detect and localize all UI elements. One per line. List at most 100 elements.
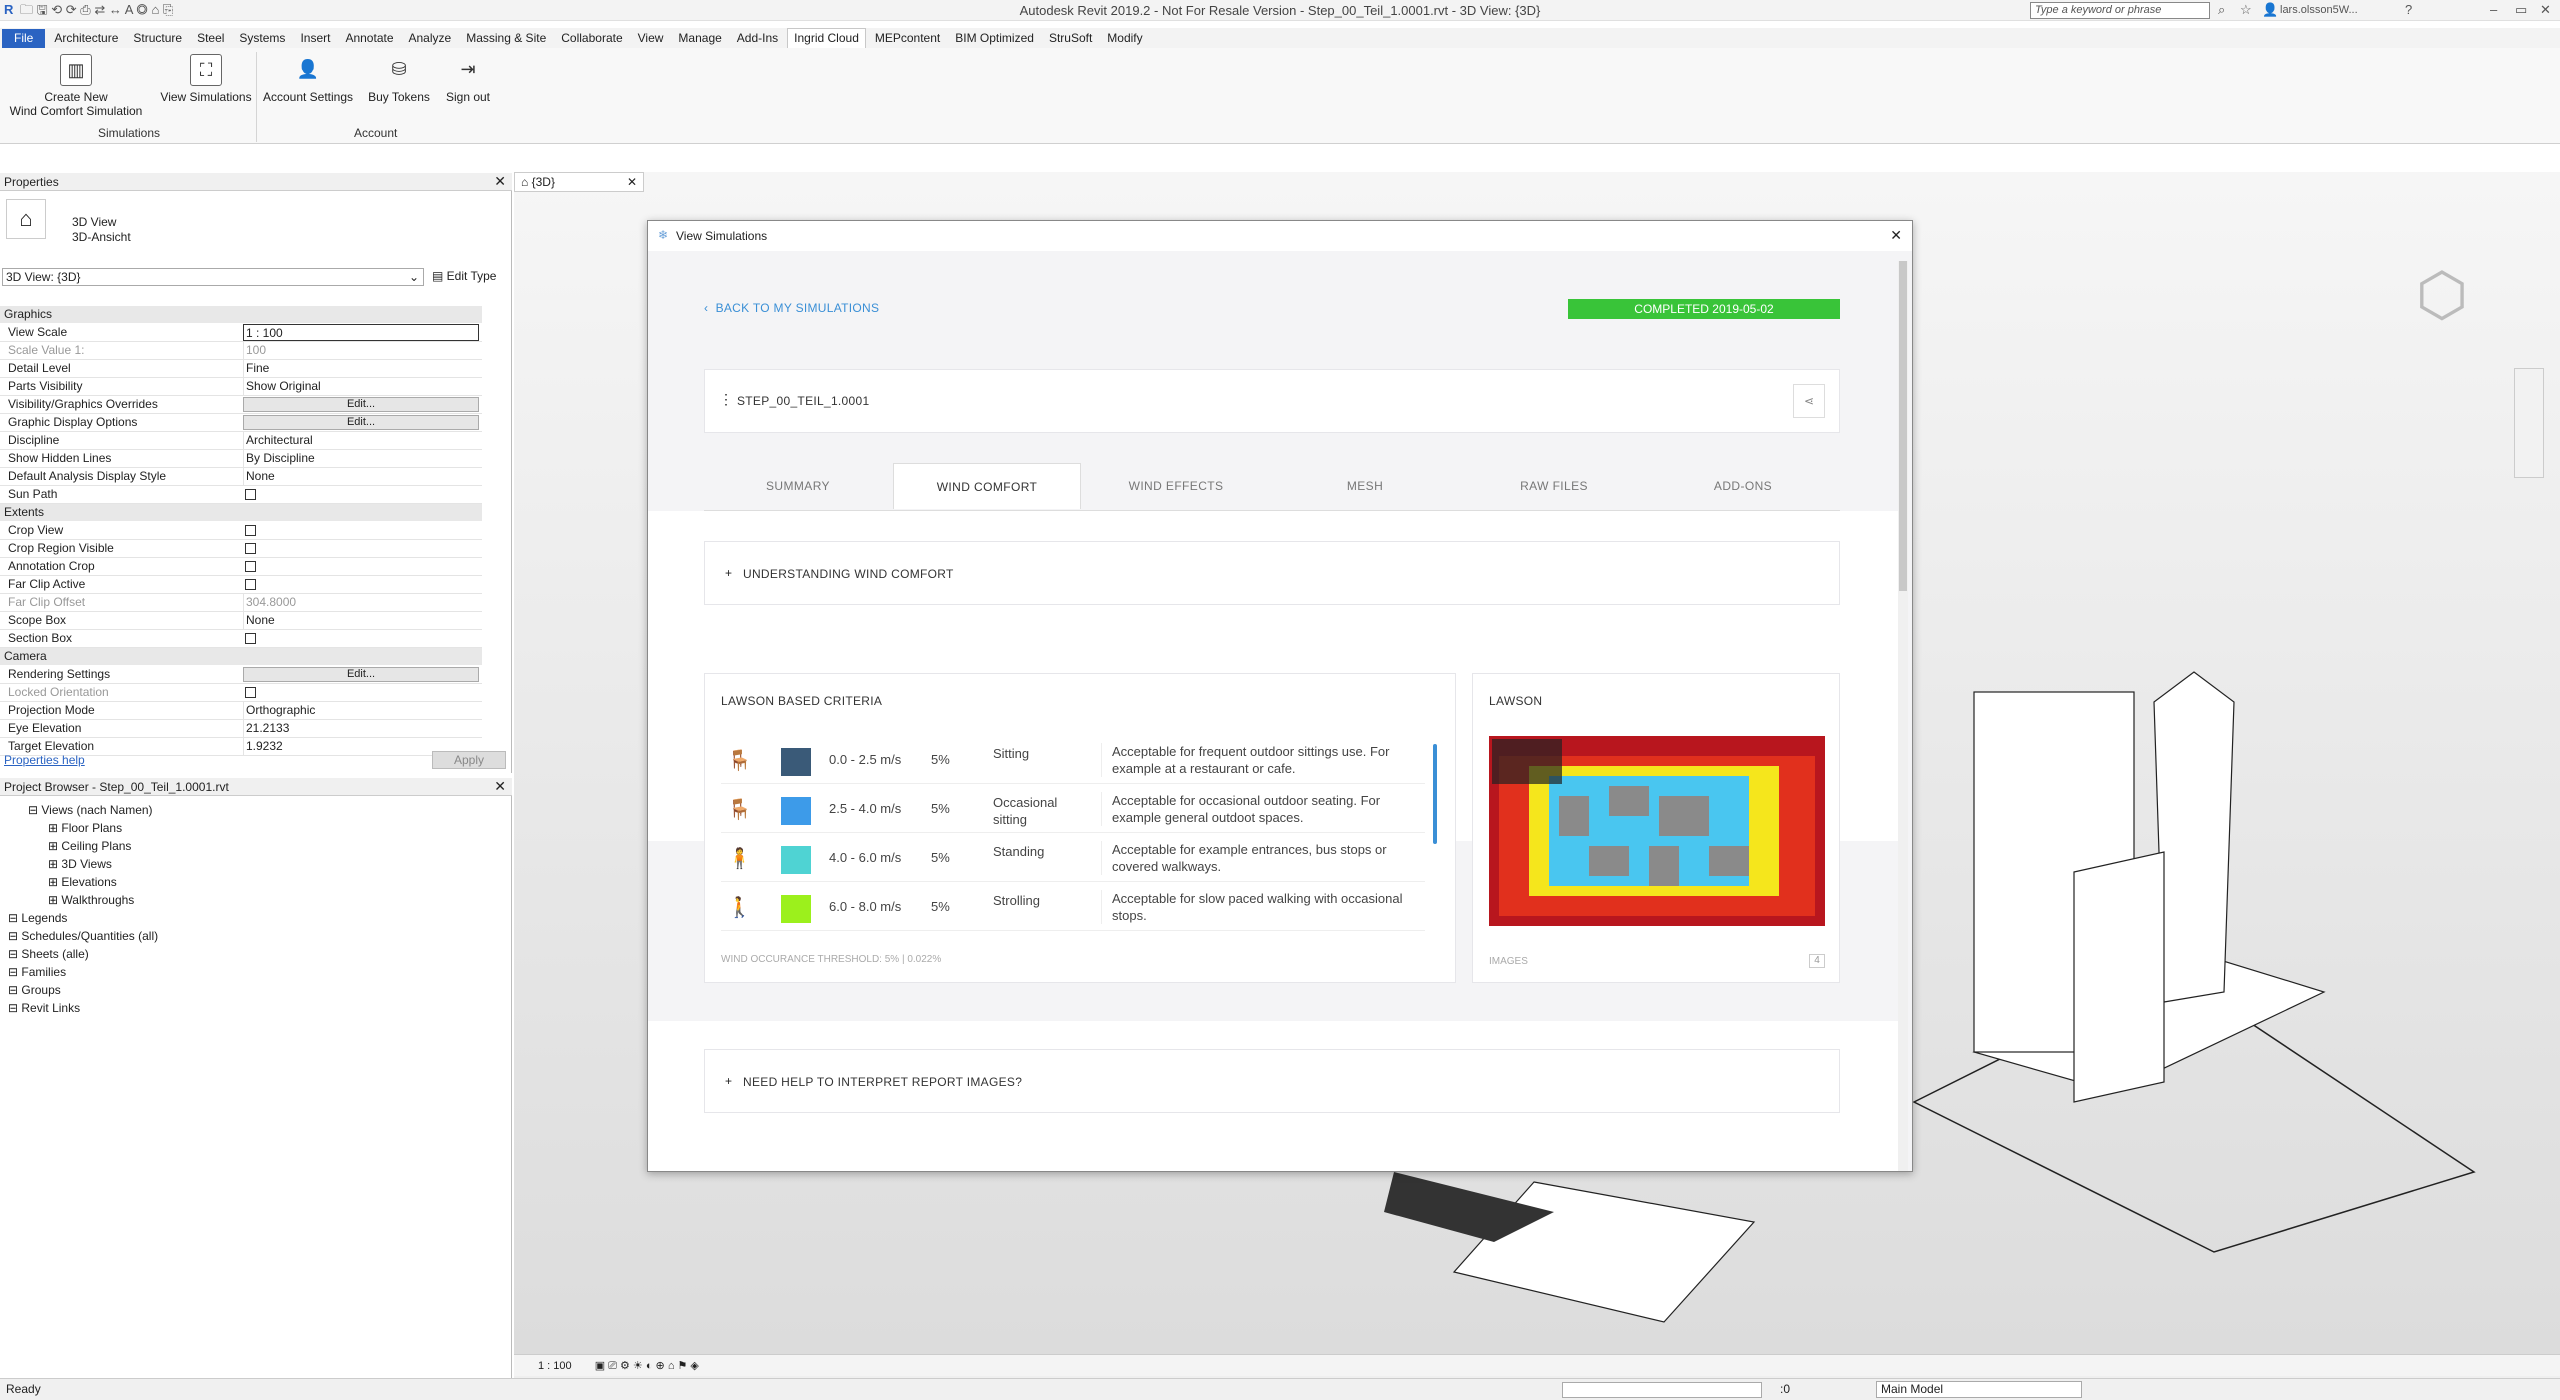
create-simulation-button[interactable]: ▥ Create New Wind Comfort Simulation [6,54,146,118]
star-icon[interactable]: ☆ [2240,2,2252,18]
expand-icon[interactable]: ⊞ [48,821,61,835]
workset-select[interactable] [1562,1382,1762,1398]
buy-tokens-button[interactable]: ⛁ Buy Tokens [364,54,434,104]
tab-massing-site[interactable]: Massing & Site [460,29,552,48]
help-accordion[interactable]: + NEED HELP TO INTERPRET REPORT IMAGES? [704,1049,1840,1113]
account-settings-button[interactable]: 👤 Account Settings [262,54,354,104]
tree-item[interactable]: ⊞ Walkthroughs [48,892,134,909]
tab-mesh[interactable]: MESH [1271,463,1459,509]
view-selector[interactable]: 3D View: {3D} ⌄ [2,268,424,286]
property-checkbox[interactable] [245,579,256,590]
property-value[interactable]: None [243,612,479,629]
tab-collaborate[interactable]: Collaborate [555,29,628,48]
expand-icon[interactable]: ⊟ [28,803,41,817]
property-value[interactable]: 100 [243,342,479,359]
expand-icon[interactable]: ⊞ [48,839,61,853]
close-icon[interactable]: ✕ [494,778,506,795]
tree-item[interactable]: ⊟ Revit Links [8,1000,80,1017]
view-controls-icons[interactable]: ▣ ⎚ ⚙ ☀ ◐ ⊕ ⌂ ⚑ ◈ [595,1360,699,1372]
tab-bim-optimized[interactable]: BIM Optimized [949,29,1040,48]
close-icon[interactable]: ✕ [2540,2,2551,18]
tab-ingrid-cloud[interactable]: Ingrid Cloud [787,28,866,48]
expand-icon[interactable]: ⊟ [8,983,21,997]
tab-structure[interactable]: Structure [127,29,188,48]
expand-icon[interactable]: ⊟ [8,911,21,925]
user-name[interactable]: lars.olsson5W... [2280,2,2358,18]
property-checkbox[interactable] [245,687,256,698]
tab-architecture[interactable]: Architecture [48,29,124,48]
tab-add-ons[interactable]: ADD-ONS [1649,463,1837,509]
property-value[interactable]: Show Original [243,378,479,395]
group-graphics[interactable]: Graphics [0,306,482,323]
tab-mepcontent[interactable]: MEPcontent [869,29,946,48]
edit-button[interactable]: Edit... [243,415,479,430]
navigation-bar[interactable] [2514,368,2544,478]
back-to-simulations-link[interactable]: ‹ BACK TO MY SIMULATIONS [704,301,879,315]
close-icon[interactable]: ✕ [627,175,637,189]
tab-3d-view[interactable]: ⌂ {3D} ✕ [514,172,644,192]
property-value[interactable]: 21.2133 [243,720,479,737]
property-checkbox[interactable] [245,525,256,536]
sign-out-button[interactable]: ⇥ Sign out [440,54,496,104]
tab-analyze[interactable]: Analyze [403,29,458,48]
lawson-map-image[interactable] [1489,736,1825,926]
tree-item[interactable]: ⊞ 3D Views [48,856,112,873]
design-option-select[interactable]: Main Model [1876,1381,2082,1398]
property-checkbox[interactable] [245,543,256,554]
property-value[interactable]: 1 : 100 [243,324,479,341]
scrollbar[interactable] [1433,744,1437,844]
expand-icon[interactable]: ⊞ [48,875,61,889]
expand-icon[interactable]: ⊞ [48,893,61,907]
tab-add-ins[interactable]: Add-Ins [731,29,784,48]
expand-icon[interactable]: ⊞ [48,857,61,871]
tab-insert[interactable]: Insert [294,29,336,48]
edit-button[interactable]: Edit... [243,667,479,682]
help-icon[interactable]: ? [2405,2,2412,18]
property-value[interactable]: 304.8000 [243,594,479,611]
property-checkbox[interactable] [245,633,256,644]
edit-button[interactable]: Edit... [243,397,479,412]
close-icon[interactable]: ✕ [494,173,506,190]
tree-item[interactable]: ⊞ Elevations [48,874,117,891]
group-camera[interactable]: Camera [0,648,482,665]
viewcube-icon[interactable]: ⬡ [2392,250,2492,340]
view-simulations-button[interactable]: ⛶ View Simulations [160,54,252,104]
tab-manage[interactable]: Manage [672,29,727,48]
tab-wind-comfort[interactable]: WIND COMFORT [893,463,1081,509]
expand-icon[interactable]: ⊟ [8,965,21,979]
tab-wind-effects[interactable]: WIND EFFECTS [1082,463,1270,509]
tab-annotate[interactable]: Annotate [339,29,399,48]
close-icon[interactable]: ✕ [1890,227,1902,244]
property-value[interactable]: Fine [243,360,479,377]
tree-item[interactable]: ⊟ Groups [8,982,61,999]
tree-item[interactable]: ⊟ Legends [8,910,67,927]
understanding-accordion[interactable]: + UNDERSTANDING WIND COMFORT [704,541,1840,605]
minimize-icon[interactable]: – [2490,2,2497,18]
tree-item[interactable]: ⊞ Ceiling Plans [48,838,131,855]
tree-item[interactable]: ⊟ Sheets (alle) [8,946,89,963]
more-icon[interactable]: ⋮ [719,391,733,408]
property-value[interactable]: None [243,468,479,485]
tree-item[interactable]: ⊟ Schedules/Quantities (all) [8,928,158,945]
share-icon[interactable]: ⋖ [1793,384,1825,418]
property-checkbox[interactable] [245,561,256,572]
tree-item[interactable]: ⊞ Floor Plans [48,820,122,837]
tab-raw-files[interactable]: RAW FILES [1460,463,1648,509]
search-input[interactable]: Type a keyword or phrase [2030,2,2210,19]
tree-item[interactable]: ⊟ Views (nach Namen) [28,802,153,819]
tab-systems[interactable]: Systems [233,29,291,48]
property-value[interactable]: Orthographic [243,702,479,719]
view-scale[interactable]: 1 : 100 [538,1360,572,1372]
tree-item[interactable]: ⊟ Families [8,964,66,981]
property-checkbox[interactable] [245,489,256,500]
scroll-thumb[interactable] [1899,261,1907,591]
tab-summary[interactable]: SUMMARY [704,463,892,509]
expand-icon[interactable]: ⊟ [8,929,21,943]
tab-view[interactable]: View [632,29,670,48]
edit-type-button[interactable]: ▤ Edit Type [432,269,496,283]
expand-icon[interactable]: ⊟ [8,1001,21,1015]
maximize-icon[interactable]: ▭ [2515,2,2527,18]
tab-strusoft[interactable]: StruSoft [1043,29,1098,48]
dialog-scrollbar[interactable] [1898,261,1908,1171]
expand-icon[interactable]: ⊟ [8,947,21,961]
